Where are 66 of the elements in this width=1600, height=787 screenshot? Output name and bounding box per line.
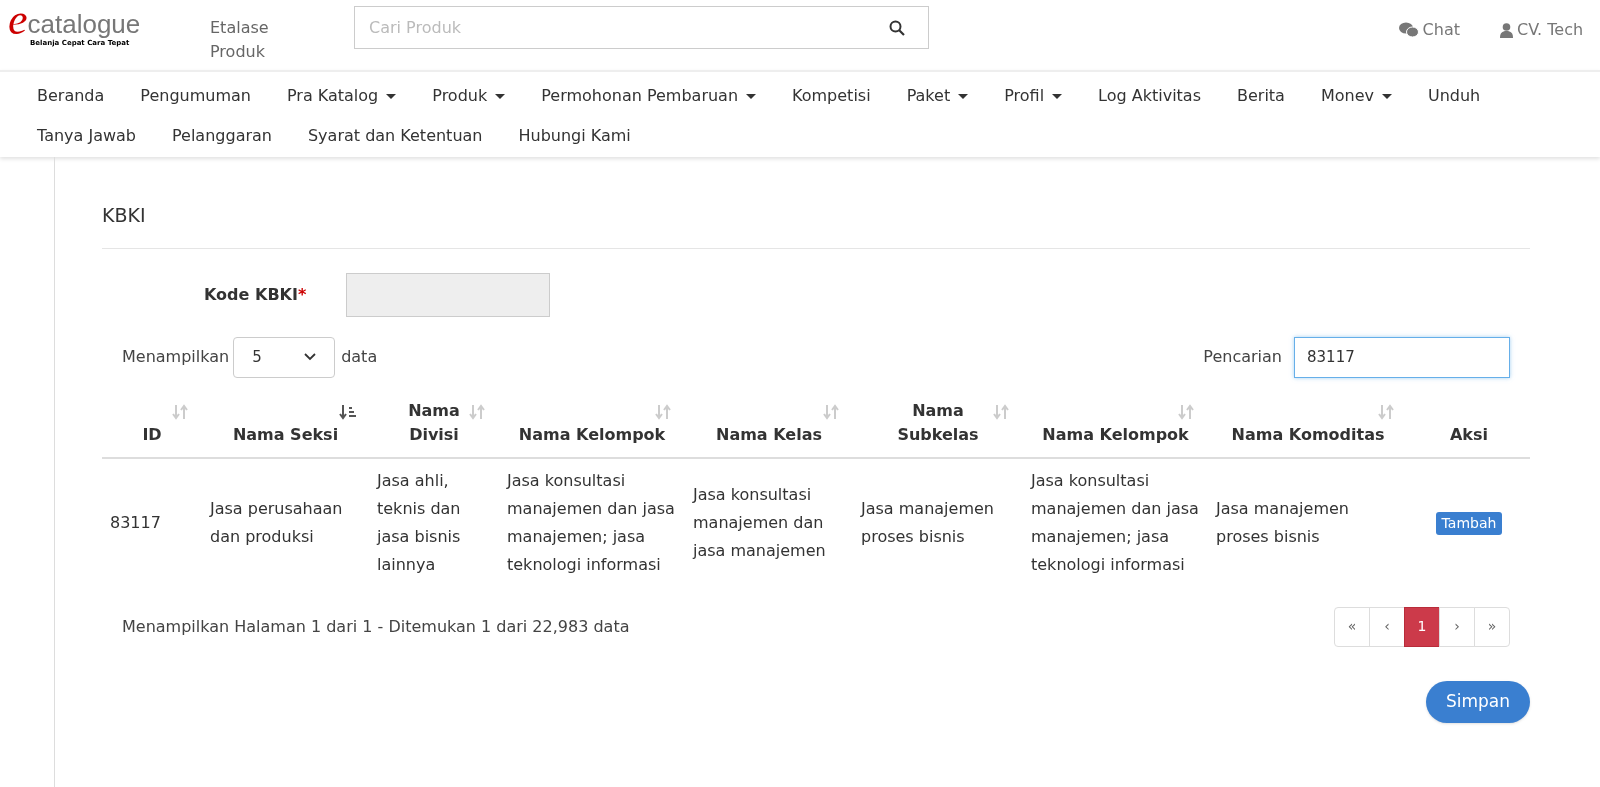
column-header[interactable]: Nama Kelompok (518, 422, 666, 447)
table-cell: 83117 (110, 512, 161, 532)
chevron-down-icon (304, 353, 317, 361)
column-header[interactable]: Nama Kelompok (1042, 422, 1189, 447)
logo-text: catalogue (27, 10, 141, 38)
caret-icon (1381, 93, 1392, 99)
nav-item[interactable]: Tanya Jawab (37, 116, 136, 156)
search-label: Pencarian (1203, 346, 1282, 368)
table-cell: Jasa konsultasi manajemen dan jasa manajemen (693, 484, 826, 560)
nav-item[interactable]: Pengumuman (140, 76, 251, 116)
caret-icon (386, 93, 397, 99)
page-button[interactable]: ‹ (1369, 606, 1405, 647)
nav-item[interactable]: Unduh (1427, 76, 1481, 116)
sort-icon[interactable] (339, 403, 357, 420)
column-header: Aksi (1450, 423, 1488, 446)
nav-item[interactable]: Profil (1004, 76, 1063, 116)
caret-icon (958, 93, 969, 99)
user-icon (1500, 22, 1513, 38)
column-header[interactable]: Nama Kelas (716, 422, 822, 447)
table-cell: Jasa konsultasi manajemen dan jasa manajemen; jasa teknologi informasi (1031, 470, 1199, 574)
column-header[interactable]: Nama Subkelas (893, 398, 983, 447)
save-button[interactable]: Simpan (1425, 680, 1530, 723)
page-button[interactable]: « (1334, 606, 1370, 647)
column-header[interactable]: Nama Komoditas (1231, 422, 1385, 447)
page-button[interactable]: 1 (1404, 606, 1440, 647)
add-button[interactable]: Tambah (1435, 511, 1503, 535)
kode-input[interactable] (346, 272, 550, 317)
table-cell: Jasa ahli, teknis dan jasa bisnis lainnya (377, 470, 461, 574)
nav-item[interactable]: Produk (432, 76, 506, 116)
caret-icon (495, 93, 506, 99)
search-field[interactable]: Cari Produk (354, 6, 929, 49)
page-button[interactable]: › (1439, 606, 1475, 647)
search-icon[interactable] (889, 20, 905, 36)
nav-item[interactable]: Monev (1320, 76, 1392, 116)
logo-letter: e (8, 2, 28, 38)
table-cell: Jasa manajemen proses bisnis (1216, 498, 1349, 546)
panel-title: KBKI (102, 201, 1530, 249)
table-cell: Jasa manajemen proses bisnis (861, 498, 994, 546)
nav-item[interactable]: Permohonan Pembaruan (541, 76, 757, 116)
table-cell: Jasa perusahaan dan produksi (210, 498, 343, 546)
kode-label: Kode KBKI* (204, 283, 308, 306)
caret-icon (746, 93, 757, 99)
page-button[interactable]: » (1474, 606, 1510, 647)
pagination-info: Menampilkan Halaman 1 dari 1 - Ditemukan 1 dari 22,983 data (122, 615, 630, 638)
column-header[interactable]: Nama Divisi (389, 398, 479, 447)
chat-link[interactable]: Chat (1398, 18, 1460, 42)
nav-item[interactable]: Log Aktivitas (1098, 76, 1201, 116)
user-link[interactable]: CV. Tech (1500, 18, 1600, 42)
caret-icon (1052, 93, 1063, 99)
length-select[interactable]: 5 (233, 336, 336, 378)
nav-item[interactable]: Hubungi Kami (518, 116, 631, 156)
nav-item[interactable]: Pra Katalog (286, 76, 397, 116)
column-header[interactable]: ID (142, 422, 162, 447)
table-cell: Jasa konsultasi manajemen dan jasa manajemen; jasa teknologi informasi (507, 470, 675, 574)
length-label: Menampilkan (122, 346, 230, 368)
nav-item[interactable]: Beranda (37, 76, 105, 116)
length-suffix: data (341, 346, 378, 368)
column-header[interactable]: Nama Seksi (232, 422, 339, 447)
etalase-link[interactable]: Etalase Produk (210, 16, 320, 64)
nav-item[interactable]: Paket (906, 76, 969, 116)
nav-item[interactable]: Berita (1237, 76, 1285, 116)
chat-bubbles-icon (1398, 22, 1419, 38)
nav-item[interactable]: Syarat dan Ketentuan (307, 116, 483, 156)
nav-item[interactable]: Kompetisi (792, 76, 871, 116)
nav-item[interactable]: Pelanggaran (172, 116, 272, 156)
table-search-field[interactable]: 83117 (1294, 336, 1510, 378)
